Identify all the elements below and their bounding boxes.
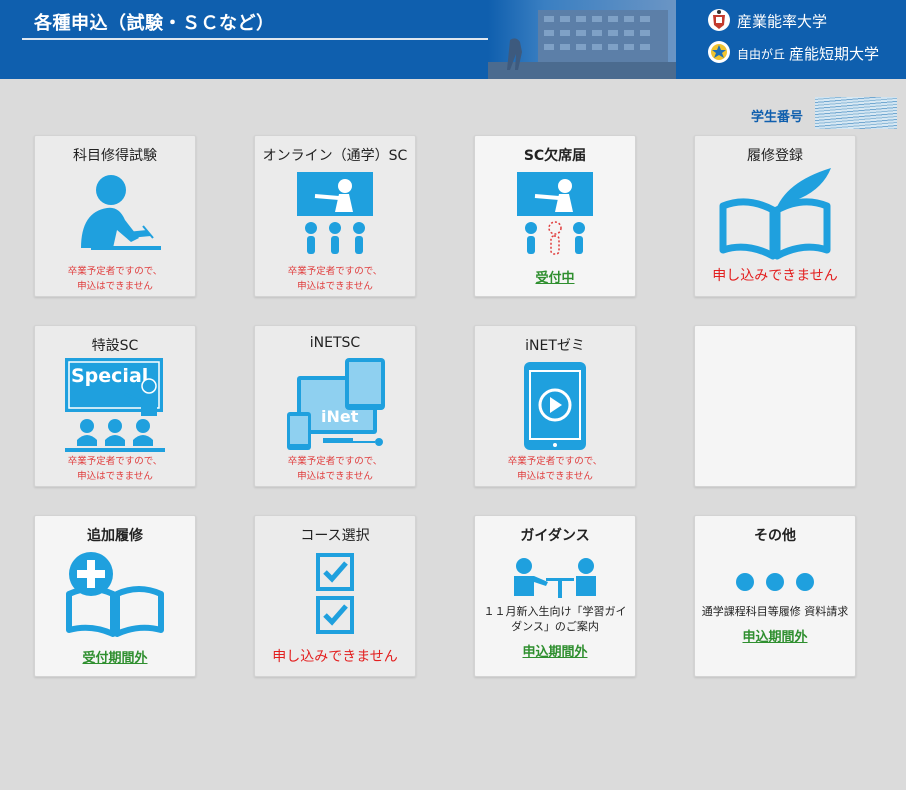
student-number-masked bbox=[815, 97, 897, 129]
note-line1: 卒業予定者ですので、 bbox=[67, 266, 163, 277]
card-other[interactable]: その他 通学課程科目等履修 資料請求 申込期間外 bbox=[694, 515, 856, 677]
special-lecture-icon: Special bbox=[35, 356, 195, 458]
person-writing-icon bbox=[35, 170, 195, 260]
more-dots-icon bbox=[695, 571, 855, 597]
card-title: オンライン（通学）SC bbox=[262, 148, 408, 164]
note-line2: 申込はできません bbox=[517, 471, 593, 482]
card-sc-absence[interactable]: SC欠席届 受付中 bbox=[474, 135, 636, 297]
status-link[interactable]: 受付中 bbox=[475, 267, 635, 286]
card-title: iNETSC bbox=[309, 335, 361, 351]
campus-photo bbox=[488, 0, 676, 79]
page-title: 各種申込（試験・ＳＣなど） bbox=[34, 13, 275, 34]
card-title: 特設SC bbox=[91, 338, 139, 354]
board-text: Special bbox=[71, 365, 148, 387]
card-additional-enrollment[interactable]: 追加履修 受付期間外 bbox=[34, 515, 196, 677]
notice-text: 申し込みできません bbox=[272, 649, 398, 665]
status-link[interactable]: 申込期間外 bbox=[475, 641, 635, 660]
checkboxes-icon bbox=[255, 552, 415, 640]
guidance-description: １１月新入生向け「学習ガイダンス」のご案内 bbox=[483, 605, 627, 633]
card-inet-seminar[interactable]: iNETゼミ 卒業予定者ですので、 申込はできません bbox=[474, 325, 636, 487]
title-underline bbox=[22, 38, 488, 40]
note-line2: 申込はできません bbox=[77, 471, 153, 482]
brand-primary-label: 産業能率大学 bbox=[737, 12, 828, 31]
brand-sub-label: 産能短期大学 bbox=[789, 44, 880, 63]
note-line2: 申込はできません bbox=[297, 281, 373, 292]
card-course-registration[interactable]: 履修登録 申し込みできません bbox=[694, 135, 856, 297]
card-guidance[interactable]: ガイダンス １１月新入生向け「学習ガイダンス」のご案内 申込期間外 bbox=[474, 515, 636, 677]
university-emblem-icon bbox=[707, 8, 731, 36]
devices-inet-icon: iNet bbox=[255, 356, 415, 458]
note-line1: 卒業予定者ですので、 bbox=[507, 456, 603, 467]
student-number-label: 学生番号 bbox=[751, 110, 804, 125]
card-title: SC欠席届 bbox=[523, 148, 587, 164]
card-title: その他 bbox=[754, 528, 796, 544]
lecture-audience-icon bbox=[255, 170, 415, 260]
college-emblem-icon bbox=[707, 40, 731, 68]
note-line2: 申込はできません bbox=[297, 471, 373, 482]
note-line2: 申込はできません bbox=[77, 281, 153, 292]
note-line1: 卒業予定者ですので、 bbox=[287, 456, 383, 467]
card-title: 科目修得試験 bbox=[73, 148, 157, 164]
card-empty bbox=[694, 325, 856, 487]
card-exam[interactable]: 科目修得試験 卒業予定者ですので、 申込はできません bbox=[34, 135, 196, 297]
brand-sub-small-label: 自由が丘 bbox=[737, 47, 786, 62]
card-online-sc[interactable]: オンライン（通学）SC 卒業予定者ですので、 申込はできません bbox=[254, 135, 416, 297]
note-line1: 卒業予定者ですので、 bbox=[287, 266, 383, 277]
notice-text: 申し込みできません bbox=[712, 268, 838, 284]
brand-college: 自由が丘 産能短期大学 bbox=[707, 40, 879, 68]
note-line1: 卒業予定者ですので、 bbox=[67, 456, 163, 467]
card-title: ガイダンス bbox=[520, 528, 590, 544]
lecture-absent-icon bbox=[475, 170, 635, 260]
card-title: 履修登録 bbox=[747, 148, 803, 164]
card-title: 追加履修 bbox=[87, 528, 143, 544]
book-plus-icon bbox=[35, 548, 195, 644]
tablet-play-icon bbox=[475, 360, 635, 456]
book-quill-icon bbox=[695, 166, 855, 266]
status-link[interactable]: 受付期間外 bbox=[35, 647, 195, 666]
brand-university: 産業能率大学 bbox=[707, 8, 827, 36]
status-link[interactable]: 申込期間外 bbox=[695, 626, 855, 645]
header-bar: 各種申込（試験・ＳＣなど） 産業能率大学 自由が丘 産能短期大学 bbox=[0, 0, 906, 79]
card-course-selection[interactable]: コース選択 申し込みできません bbox=[254, 515, 416, 677]
card-title: コース選択 bbox=[300, 528, 370, 544]
card-title: iNETゼミ bbox=[525, 338, 585, 354]
card-inet-sc[interactable]: iNETSC iNet 卒業予定者ですので、 申込はできません bbox=[254, 325, 416, 487]
card-special-sc[interactable]: 特設SC Special 卒業予定者ですので、 申込はできません bbox=[34, 325, 196, 487]
other-description: 通学課程科目等履修 資料請求 bbox=[701, 605, 849, 618]
guidance-icon bbox=[475, 556, 635, 604]
